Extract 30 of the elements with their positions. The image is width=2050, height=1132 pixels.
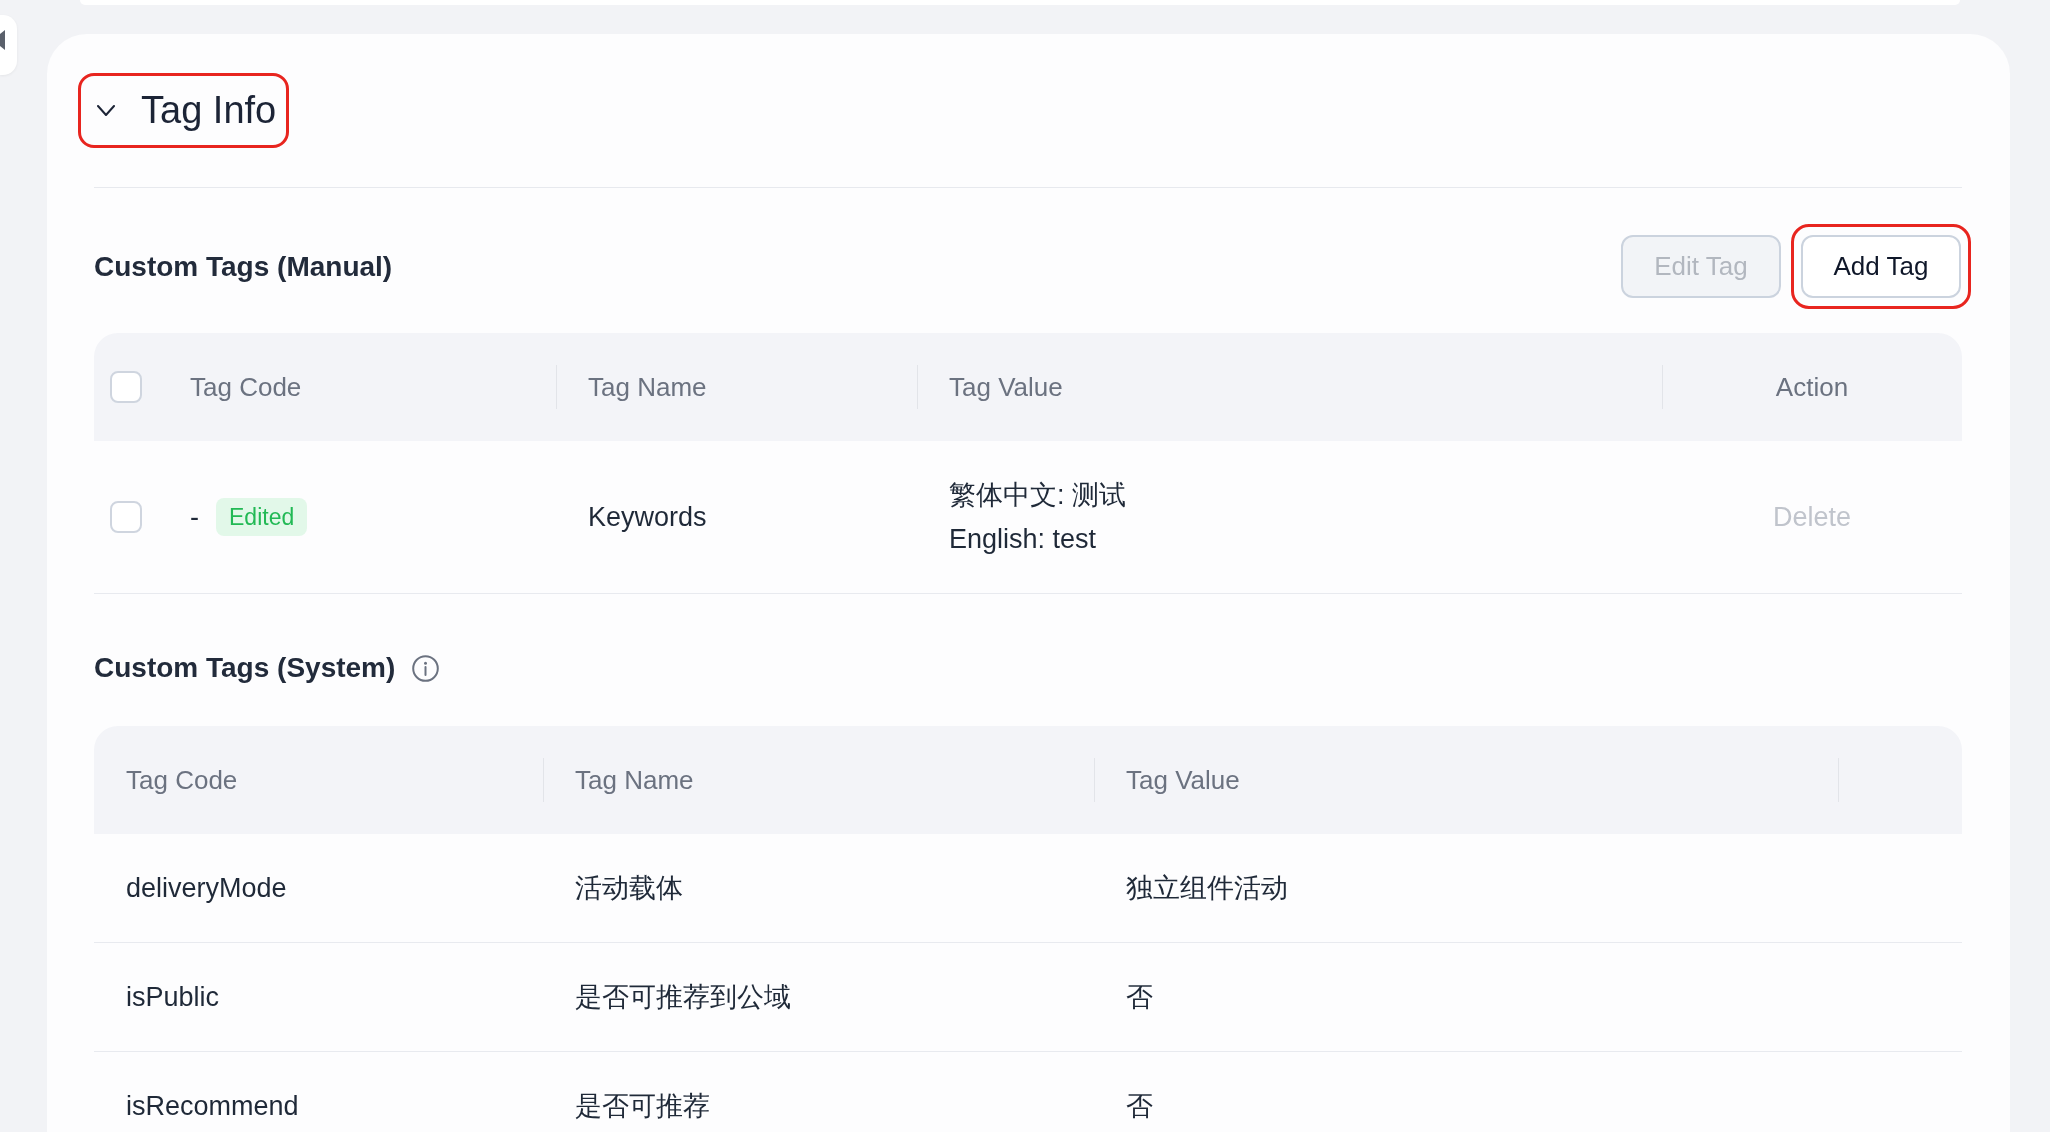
column-header: Tag Name xyxy=(588,371,707,403)
column-header: Tag Name xyxy=(575,764,694,796)
column-header: Tag Code xyxy=(190,371,302,403)
table-cell-text: deliveryMode xyxy=(126,872,287,905)
table-cell-text: 是否可推荐到公域 xyxy=(575,981,791,1014)
column-header: Tag Value xyxy=(1126,764,1240,796)
info-icon[interactable] xyxy=(412,654,440,682)
checkbox[interactable] xyxy=(110,501,142,533)
column-header: Tag Value xyxy=(949,371,1063,403)
status-badge: Edited xyxy=(216,498,308,536)
checkbox[interactable] xyxy=(110,371,142,403)
section-toggle[interactable]: Tag Info xyxy=(81,76,287,145)
table-cell-text: 否 xyxy=(1126,981,1153,1014)
table-cell-text: 独立组件活动 xyxy=(1126,872,1288,905)
collapse-handle[interactable] xyxy=(0,15,17,75)
table-cell-text: 否 xyxy=(1126,1090,1153,1123)
tag-code-text: - xyxy=(190,501,199,534)
column-header: Tag Code xyxy=(126,764,238,796)
column-header: Action xyxy=(1775,371,1849,403)
section-title: Custom Tags (Manual) xyxy=(94,250,393,283)
tag-value-text: 繁体中文: 测试 xyxy=(949,479,1126,512)
action-button[interactable]: Add Tag xyxy=(1801,235,1961,298)
table-cell-text: isPublic xyxy=(126,981,220,1014)
table-cell-text: 活动载体 xyxy=(575,872,683,905)
section-title: Custom Tags (System) xyxy=(94,652,396,684)
tag-name-text: Keywords xyxy=(588,501,707,534)
table-cell-text: 是否可推荐 xyxy=(575,1090,710,1123)
tag-value-text: English: test xyxy=(949,523,1097,556)
table-cell-text: isRecommend xyxy=(126,1090,299,1123)
triangle-icon xyxy=(0,30,5,50)
